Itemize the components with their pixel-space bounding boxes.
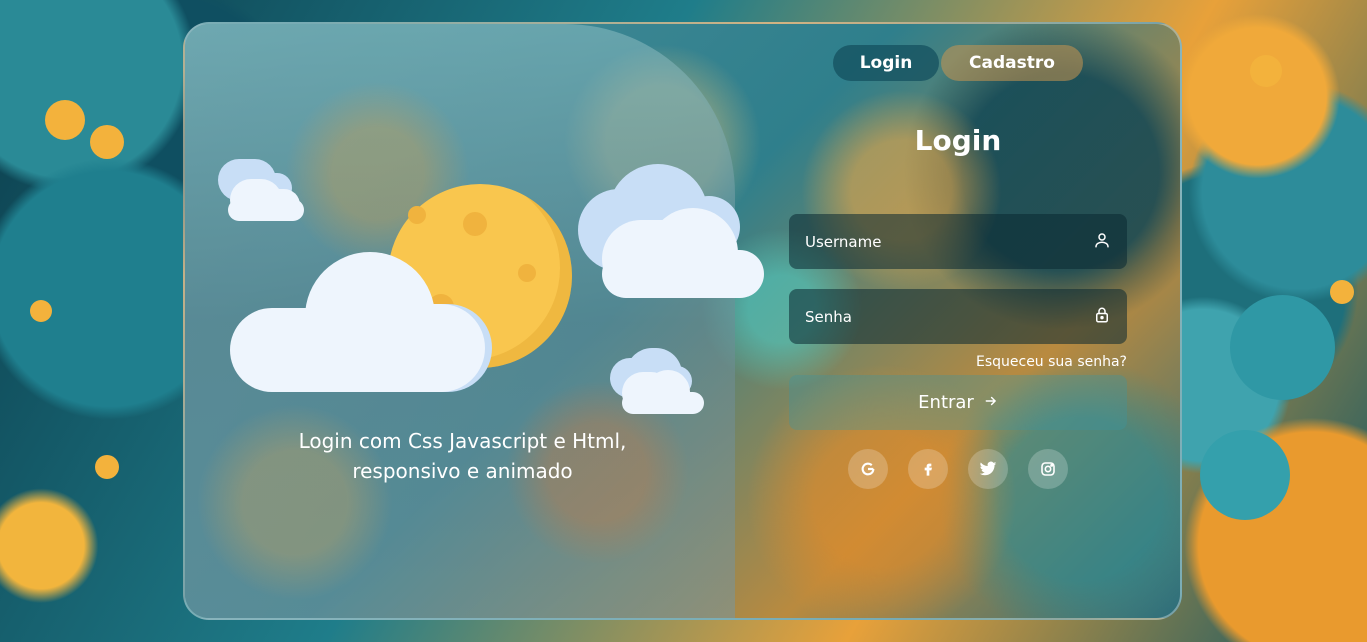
forgot-password-link[interactable]: Esqueceu sua senha? (789, 354, 1127, 370)
background-orb (30, 300, 52, 322)
password-field (789, 289, 1127, 344)
background-orb (1200, 430, 1290, 520)
submit-button[interactable]: Entrar (789, 375, 1127, 430)
tab-login[interactable]: Login (833, 45, 939, 81)
lock-icon (1093, 306, 1111, 328)
instagram-icon[interactable] (1028, 449, 1068, 489)
twitter-icon[interactable] (968, 449, 1008, 489)
sun-crater (463, 212, 487, 236)
username-field (789, 214, 1127, 269)
background-orb (95, 455, 119, 479)
tab-cadastro[interactable]: Cadastro (941, 45, 1083, 81)
username-input[interactable] (805, 232, 1065, 251)
sun-crater (518, 264, 536, 282)
auth-tabs: Login Cadastro (833, 45, 1083, 81)
google-icon[interactable] (848, 449, 888, 489)
background-orb (90, 125, 124, 159)
hero-panel: Login com Css Javascript e Html, respons… (185, 24, 764, 618)
submit-label: Entrar (918, 392, 974, 413)
user-icon (1093, 231, 1111, 253)
facebook-icon[interactable] (908, 449, 948, 489)
social-login-buttons (848, 449, 1068, 489)
background-orb (45, 100, 85, 140)
background-orb (1250, 55, 1282, 87)
hero-tagline: Login com Css Javascript e Html, respons… (298, 429, 627, 483)
sun-crater (408, 206, 426, 224)
cloud-small (610, 348, 704, 414)
password-input[interactable] (805, 307, 1065, 326)
background-orb (1330, 280, 1354, 304)
cloud-large (230, 252, 492, 394)
background-orb (1230, 295, 1335, 400)
form-title: Login (914, 124, 1002, 157)
cloud-small (218, 159, 304, 221)
arrow-right-icon (984, 392, 998, 413)
login-card: Login com Css Javascript e Html, respons… (183, 22, 1182, 620)
cloud-medium (578, 164, 764, 298)
